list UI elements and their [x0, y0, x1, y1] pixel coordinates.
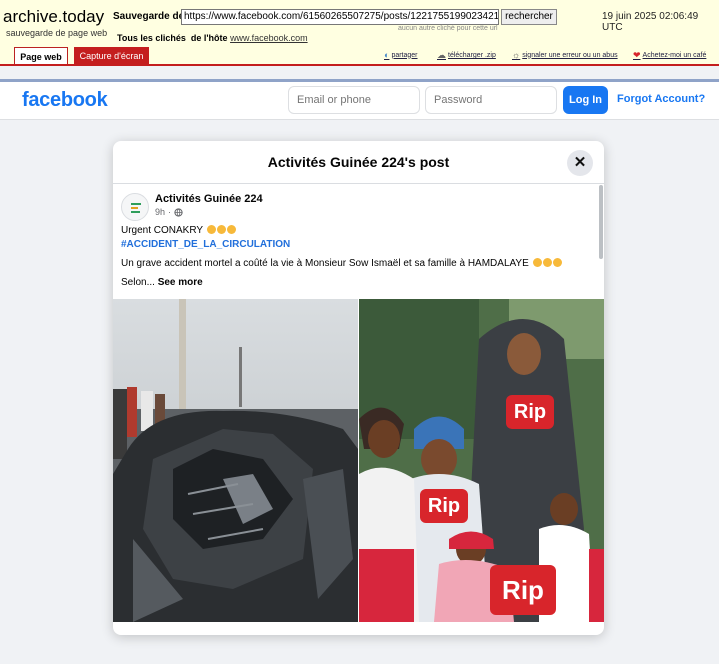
facebook-logo[interactable]: facebook — [22, 89, 108, 112]
archive-subtitle: sauvegarde de page web — [6, 28, 108, 38]
share-link[interactable]: ◐ partager — [384, 50, 418, 60]
emoji-icon — [206, 225, 216, 234]
post-urgent: Urgent CONAKRY — [121, 225, 203, 236]
archive-logo[interactable]: archive.today — [3, 7, 104, 27]
emoji-icon — [532, 258, 542, 267]
rip-badge: Rip — [420, 489, 468, 523]
rip-badge: Rip — [490, 565, 556, 615]
host-link[interactable]: www.facebook.com — [230, 33, 308, 43]
archive-divider — [0, 64, 719, 66]
post-meta: 9h · — [155, 207, 183, 217]
post-time[interactable]: 9h — [155, 207, 165, 217]
download-icon: ☁ — [437, 50, 446, 60]
page-avatar[interactable] — [121, 193, 149, 221]
save-label: Sauvegarde de — [113, 11, 185, 22]
page-logo-icon — [131, 203, 141, 213]
download-link[interactable]: ☁ télécharger .zip — [437, 50, 496, 61]
tab-screenshot[interactable]: Capture d'écran — [74, 47, 149, 65]
email-field[interactable] — [288, 86, 420, 114]
post-hashtag[interactable]: #ACCIDENT_DE_LA_CIRCULATION — [121, 239, 290, 250]
emoji-icon — [552, 258, 562, 267]
login-button[interactable]: Log In — [563, 86, 608, 114]
family-photo[interactable]: Rip Rip Rip — [359, 299, 604, 622]
report-icon: ☼ — [512, 50, 521, 60]
close-button[interactable]: ✕ — [567, 150, 593, 176]
forgot-account-link[interactable]: Forgot Account? — [617, 93, 705, 105]
post-modal: Activités Guinée 224's post ✕ Activités … — [113, 141, 604, 635]
archive-hint: aucun autre cliché pour cette url — [398, 25, 498, 32]
globe-icon — [174, 207, 183, 217]
archive-header: archive.today sauvegarde de page web Sau… — [0, 0, 719, 66]
all-snapshots: Tous les clichés de l'hôte www.facebook.… — [117, 33, 308, 43]
modal-scrollbar[interactable] — [599, 185, 603, 259]
heart-icon: ❤ — [633, 50, 641, 60]
rip-badge: Rip — [506, 395, 554, 429]
share-label: partager — [391, 51, 418, 59]
download-label: télécharger .zip — [448, 52, 496, 59]
family-illustration — [359, 299, 604, 622]
archive-url-input[interactable]: https://www.facebook.com/61560265507275/… — [181, 9, 499, 25]
host-label: de l'hôte — [190, 33, 228, 43]
all-snapshots-label: Tous les clichés — [117, 33, 186, 43]
close-icon: ✕ — [573, 154, 587, 171]
search-button[interactable]: rechercher — [501, 9, 557, 25]
wrecked-car-photo[interactable] — [113, 299, 358, 622]
post-text-line2: Un grave accident mortel a coûté la vie … — [121, 258, 562, 269]
post-body: Un grave accident mortel a coûté la vie … — [121, 258, 529, 269]
donate-label: Achetez-moi un café — [642, 52, 707, 59]
report-label: signaler une erreur ou un abus — [522, 51, 618, 59]
emoji-icon — [226, 225, 236, 234]
donate-link[interactable]: ❤ Achetez-moi un café — [633, 50, 706, 61]
post-truncated: Selon... See more — [121, 277, 203, 288]
share-icon: ◐ — [384, 50, 390, 60]
modal-divider — [113, 183, 604, 184]
wrecked-car-illustration — [113, 299, 358, 622]
see-more-link[interactable]: See more — [158, 277, 203, 288]
modal-title: Activités Guinée 224's post — [267, 154, 450, 170]
page-name[interactable]: Activités Guinée 224 — [155, 193, 263, 205]
emoji-icon — [542, 258, 552, 267]
report-link[interactable]: ☼ signaler une erreur ou un abus — [512, 50, 618, 60]
post-text-line1: Urgent CONAKRY — [121, 225, 236, 236]
emoji-icon — [216, 225, 226, 234]
snapshot-date: 19 juin 2025 02:06:49 UTC — [602, 11, 699, 33]
post-ellipsis: Selon... — [121, 277, 155, 288]
password-field[interactable] — [425, 86, 557, 114]
